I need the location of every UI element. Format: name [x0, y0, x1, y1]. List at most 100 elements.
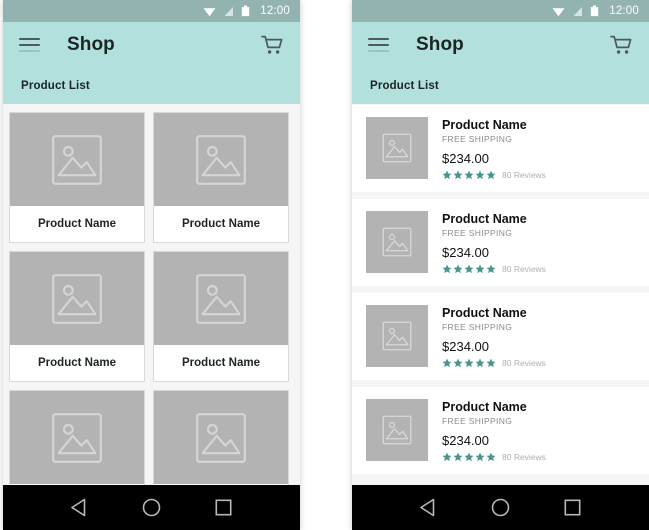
image-placeholder-icon: [382, 415, 412, 445]
status-time-grid: 12:00: [260, 5, 290, 17]
star-icon: [442, 264, 452, 274]
home-button[interactable]: [485, 493, 515, 523]
status-bar-grid: 12:00: [3, 0, 300, 22]
content-area-list[interactable]: Product Name FREE SHIPPING $234.00 80 Revie…: [352, 104, 649, 530]
product-info: Product Name FREE SHIPPING $234.00 80 Revie…: [442, 305, 546, 368]
product-list: Product Name FREE SHIPPING $234.00 80 Revie…: [352, 104, 649, 474]
app-bar-row-list: Shop: [352, 22, 649, 68]
star-icon: [486, 358, 496, 368]
wifi-icon: [552, 7, 565, 16]
review-count: 80 Reviews: [502, 358, 546, 368]
star-icon: [442, 170, 452, 180]
star-icon: [453, 170, 463, 180]
product-card[interactable]: Product Name: [153, 112, 289, 243]
product-card-label: Product Name: [10, 345, 144, 381]
wifi-icon: [203, 7, 216, 16]
image-placeholder-icon: [196, 412, 246, 463]
cart-glyph: [261, 35, 283, 54]
product-image-placeholder: [10, 391, 144, 484]
signal-icon: [224, 6, 234, 16]
product-thumbnail-placeholder: [366, 399, 428, 461]
product-info: Product Name FREE SHIPPING $234.00 80 Revie…: [442, 117, 546, 180]
product-price: $234.00: [442, 151, 489, 166]
content-area-grid[interactable]: Product Name Product Name Product Name Prod…: [3, 104, 300, 530]
star-icon: [486, 170, 496, 180]
hamburger-menu-icon[interactable]: [19, 34, 43, 56]
screen-list: 12:00 Shop Product List Product Name FRE…: [352, 0, 649, 530]
page-title-list: Shop: [416, 34, 464, 55]
image-placeholder-icon: [382, 227, 412, 257]
circle-icon: [142, 498, 161, 517]
status-icons-grid: 12:00: [203, 5, 290, 17]
home-button[interactable]: [136, 493, 166, 523]
shipping-label: FREE SHIPPING: [442, 228, 513, 238]
product-thumbnail-placeholder: [366, 305, 428, 367]
triangle-left-icon: [419, 498, 434, 517]
shipping-label: FREE SHIPPING: [442, 134, 513, 144]
product-name: Product Name: [442, 212, 527, 226]
product-card[interactable]: Product Name: [9, 251, 145, 382]
product-thumbnail-placeholder: [366, 117, 428, 179]
back-button[interactable]: [413, 493, 443, 523]
app-bar-grid: Shop Product List: [3, 22, 300, 104]
product-thumbnail-placeholder: [366, 211, 428, 273]
rating-row: 80 Reviews: [442, 264, 546, 274]
product-price: $234.00: [442, 245, 489, 260]
product-card[interactable]: Product Name: [9, 112, 145, 243]
star-icon: [464, 264, 474, 274]
star-icon: [475, 452, 485, 462]
recents-button[interactable]: [558, 493, 588, 523]
battery-icon: [591, 5, 599, 17]
signal-icon: [573, 6, 583, 16]
product-list-item[interactable]: Product Name FREE SHIPPING $234.00 80 Revie…: [352, 387, 649, 474]
subtitle-row-grid: Product List: [3, 68, 300, 104]
star-icon: [464, 452, 474, 462]
product-image-placeholder: [154, 391, 288, 484]
image-placeholder-icon: [196, 134, 246, 185]
star-icon: [486, 452, 496, 462]
square-icon: [215, 499, 232, 516]
status-time-list: 12:00: [609, 5, 639, 17]
shipping-label: FREE SHIPPING: [442, 322, 513, 332]
product-card[interactable]: Product Name: [153, 251, 289, 382]
star-icon: [486, 264, 496, 274]
product-name: Product Name: [442, 306, 527, 320]
android-nav-bar-grid: [3, 485, 300, 530]
battery-icon: [242, 5, 250, 17]
product-info: Product Name FREE SHIPPING $234.00 80 Revie…: [442, 399, 546, 462]
breadcrumb-product-list-grid: Product List: [21, 80, 90, 92]
recents-button[interactable]: [209, 493, 239, 523]
shopping-cart-icon[interactable]: [609, 33, 633, 57]
android-nav-bar-list: [352, 485, 649, 530]
status-bar-list: 12:00: [352, 0, 649, 22]
hamburger-menu-icon[interactable]: [368, 34, 392, 56]
review-count: 80 Reviews: [502, 264, 546, 274]
circle-icon: [491, 498, 510, 517]
product-list-item[interactable]: Product Name FREE SHIPPING $234.00 80 Revie…: [352, 293, 649, 380]
square-icon: [564, 499, 581, 516]
product-image-placeholder: [10, 252, 144, 345]
cart-glyph: [610, 35, 632, 54]
menu-bar-1: [368, 38, 389, 40]
product-image-placeholder: [10, 113, 144, 206]
star-icon: [475, 170, 485, 180]
product-price: $234.00: [442, 433, 489, 448]
star-icon: [453, 358, 463, 368]
subtitle-row-list: Product List: [352, 68, 649, 104]
shopping-cart-icon[interactable]: [260, 33, 284, 57]
image-placeholder-icon: [52, 273, 102, 324]
menu-bar-3: [368, 50, 389, 52]
product-list-item[interactable]: Product Name FREE SHIPPING $234.00 80 Revie…: [352, 105, 649, 192]
product-card-label: Product Name: [154, 206, 288, 242]
product-image-placeholder: [154, 252, 288, 345]
menu-bar-2: [368, 44, 389, 46]
rating-row: 80 Reviews: [442, 170, 546, 180]
menu-bar-1: [19, 38, 40, 40]
back-button[interactable]: [64, 493, 94, 523]
image-placeholder-icon: [382, 321, 412, 351]
product-list-item[interactable]: Product Name FREE SHIPPING $234.00 80 Revie…: [352, 199, 649, 286]
breadcrumb-product-list-list: Product List: [370, 80, 439, 92]
phone-grid-view: 12:00 Shop Product List Product Name Pro…: [3, 0, 300, 530]
star-icon: [442, 452, 452, 462]
product-info: Product Name FREE SHIPPING $234.00 80 Revie…: [442, 211, 546, 274]
